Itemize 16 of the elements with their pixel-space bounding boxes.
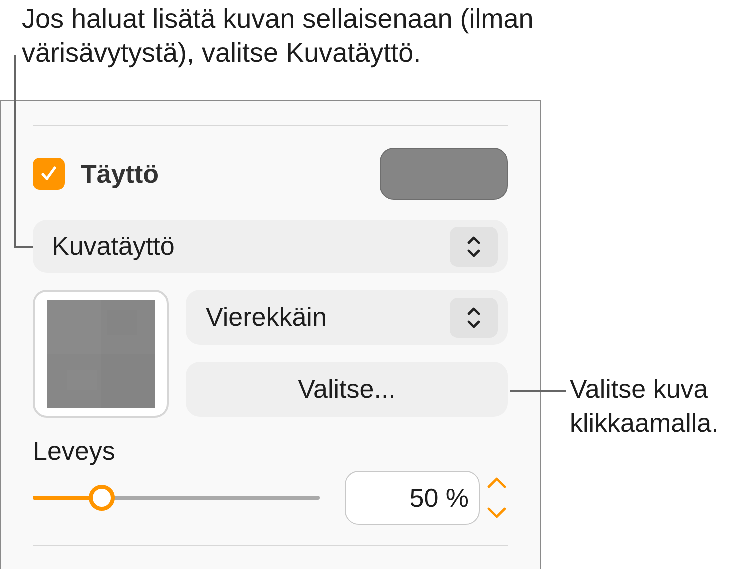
stepper-icon[interactable] [486,476,508,520]
fill-label: Täyttö [81,158,159,190]
callout-text: Jos haluat lisätä kuvan sellaisenaan (ilman värisävytystä), valitse Kuvatäyttö. [22,3,535,70]
stepper-icon [450,226,498,266]
scale-popup[interactable]: Vierekkäin [186,290,508,345]
width-slider[interactable] [33,485,320,511]
callout-text: Valitse kuva klikkaamalla. [570,373,720,440]
leader-line [510,390,566,392]
choose-button[interactable]: Valitse... [186,362,508,417]
image-well[interactable] [33,290,169,418]
fill-checkbox[interactable] [33,158,65,190]
stepper-icon [450,298,498,338]
width-label: Leveys [33,436,116,466]
fill-type-popup[interactable]: Kuvatäyttö [33,220,508,273]
color-swatch[interactable] [380,148,508,200]
width-field[interactable]: 50 % [345,471,480,525]
